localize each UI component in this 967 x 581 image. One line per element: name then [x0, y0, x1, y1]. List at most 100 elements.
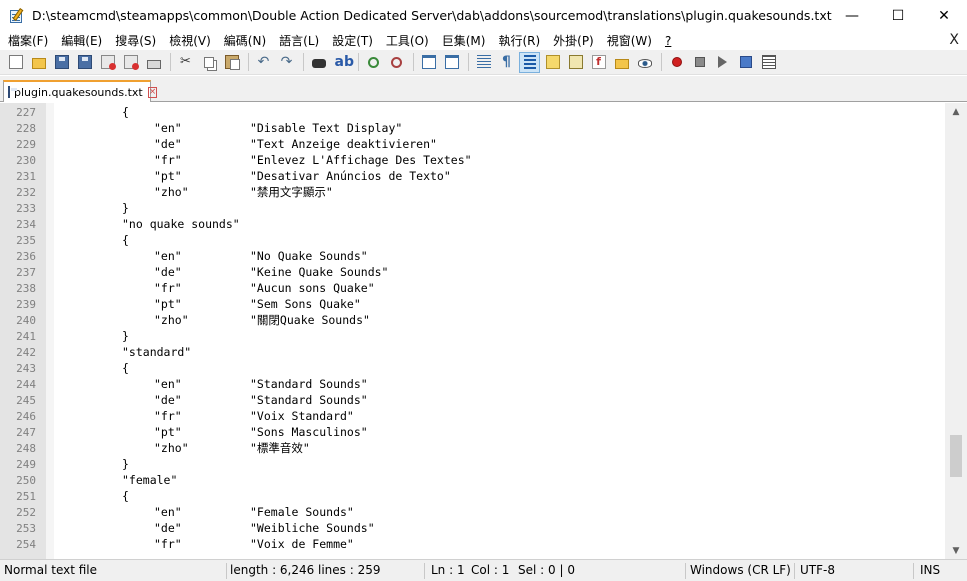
sync-vertical-icon[interactable]	[418, 52, 439, 73]
code-line[interactable]: 233}	[0, 200, 945, 216]
code-line[interactable]: 254 "fr" "Voix de Femme"	[0, 536, 945, 552]
minimize-button[interactable]: —	[829, 0, 875, 31]
close-all-icon[interactable]	[120, 52, 141, 73]
replace-icon[interactable]: ab	[331, 52, 354, 73]
translation-value: "Enlevez L'Affichage Des Textes"	[250, 153, 472, 167]
record-macro-icon[interactable]	[666, 52, 687, 73]
line-number: 252	[16, 505, 36, 519]
code-line[interactable]: 237 "de" "Keine Quake Sounds"	[0, 264, 945, 280]
sync-horizontal-icon[interactable]	[441, 52, 462, 73]
run-macro-multiple-icon[interactable]	[735, 52, 756, 73]
paste-icon[interactable]	[221, 52, 242, 73]
menu-search[interactable]: 搜尋(S)	[107, 32, 161, 49]
code-line[interactable]: 245 "de" "Standard Sounds"	[0, 392, 945, 408]
function-list-icon[interactable]: f	[588, 52, 609, 73]
translation-language-key: "zho"	[154, 313, 189, 327]
folder-workspace-icon[interactable]	[611, 52, 632, 73]
menu-language[interactable]: 語言(L)	[271, 32, 324, 49]
code-line[interactable]: 232 "zho" "禁用文字顯示"	[0, 184, 945, 200]
close-tab-icon[interactable]: ×	[147, 86, 158, 98]
close-icon[interactable]	[97, 52, 118, 73]
word-wrap-icon[interactable]	[473, 52, 494, 73]
open-file-icon[interactable]	[28, 52, 49, 73]
menu-tools[interactable]: 工具(O)	[378, 32, 434, 49]
code-line[interactable]: 251 {	[0, 488, 945, 504]
undo-icon[interactable]: ↶	[253, 52, 274, 73]
translation-language-key: "pt"	[154, 297, 182, 311]
code-line[interactable]: 231 "pt" "Desativar Anúncios de Texto"	[0, 168, 945, 184]
code-line[interactable]: 247 "pt" "Sons Masculinos"	[0, 424, 945, 440]
menu-view[interactable]: 檢視(V)	[161, 32, 216, 49]
editor[interactable]: 227 {228 "en" "Disable Text Display" 229 "de"…	[0, 103, 967, 559]
code-line[interactable]: 241}	[0, 328, 945, 344]
scrollbar-thumb[interactable]	[950, 435, 962, 477]
show-all-chars-icon[interactable]: ¶	[496, 52, 517, 73]
code-text: {	[122, 361, 129, 375]
doc-map-icon[interactable]	[565, 52, 586, 73]
code-line[interactable]: 246 "fr" "Voix Standard"	[0, 408, 945, 424]
zoom-out-icon[interactable]	[386, 52, 407, 73]
code-line[interactable]: 252 "en" "Female Sounds"	[0, 504, 945, 520]
menu-encoding[interactable]: 編碼(N)	[216, 32, 271, 49]
line-number: 230	[16, 153, 36, 167]
menu-settings[interactable]: 設定(T)	[324, 32, 378, 49]
code-line[interactable]: 229 "de" "Text Anzeige deaktivieren"	[0, 136, 945, 152]
copy-icon[interactable]	[198, 52, 219, 73]
scroll-up-arrow[interactable]: ▲	[945, 103, 967, 120]
code-line[interactable]: 239 "pt" "Sem Sons Quake"	[0, 296, 945, 312]
menu-run[interactable]: 執行(R)	[490, 32, 545, 49]
code-line[interactable]: 250 "female"	[0, 472, 945, 488]
play-macro-icon[interactable]	[712, 52, 733, 73]
scroll-down-arrow[interactable]: ▼	[945, 542, 967, 559]
menu-help[interactable]: ?	[657, 34, 676, 48]
close-window-button[interactable]: ✕	[921, 0, 967, 31]
vertical-scrollbar[interactable]: ▲ ▼	[945, 103, 967, 559]
user-language-icon[interactable]	[542, 52, 563, 73]
menu-plugins[interactable]: 外掛(P)	[545, 32, 599, 49]
translation-value: "Voix de Femme"	[250, 537, 354, 551]
code-text: }	[122, 329, 129, 343]
toolbar: ✂ ↶ ↷ ab ¶ f	[0, 50, 967, 75]
code-line[interactable]: 228 "en" "Disable Text Display"	[0, 120, 945, 136]
monitoring-icon[interactable]	[634, 52, 655, 73]
code-line[interactable]: 240 "zho" "關閉Quake Sounds"	[0, 312, 945, 328]
menu-macro[interactable]: 巨集(M)	[434, 32, 491, 49]
code-line[interactable]: 249}	[0, 456, 945, 472]
menu-edit[interactable]: 編輯(E)	[53, 32, 107, 49]
cut-icon[interactable]: ✂	[175, 52, 196, 73]
close-document-button[interactable]: X	[949, 31, 959, 50]
code-line[interactable]: 238 "fr" "Aucun sons Quake"	[0, 280, 945, 296]
translation-language-key: "zho"	[154, 185, 189, 199]
menu-window[interactable]: 視窗(W)	[599, 32, 657, 49]
new-file-icon[interactable]	[5, 52, 26, 73]
code-line[interactable]: 248 "zho" "標準音效"	[0, 440, 945, 456]
indent-guide-icon[interactable]	[519, 51, 540, 73]
code-line[interactable]: 234 "no quake sounds"	[0, 216, 945, 232]
save-all-icon[interactable]	[74, 52, 95, 73]
zoom-in-icon[interactable]	[363, 52, 384, 73]
code-line[interactable]: 236 "en" "No Quake Sounds"	[0, 248, 945, 264]
code-line[interactable]: 227 {	[0, 104, 945, 120]
code-line[interactable]: 242 "standard"	[0, 344, 945, 360]
status-eol[interactable]: Windows (CR LF)	[690, 560, 791, 581]
save-macro-icon[interactable]	[758, 52, 779, 73]
status-insert-mode[interactable]: INS	[920, 560, 940, 581]
menu-file[interactable]: 檔案(F)	[0, 32, 53, 49]
code-line[interactable]: 230 "fr" "Enlevez L'Affichage Des Textes"	[0, 152, 945, 168]
line-number: 233	[16, 201, 36, 215]
maximize-button[interactable]: ☐	[875, 0, 921, 31]
status-encoding[interactable]: UTF-8	[800, 560, 835, 581]
translation-value: "Disable Text Display"	[250, 121, 403, 135]
find-icon[interactable]	[308, 52, 329, 73]
print-icon[interactable]	[143, 52, 164, 73]
code-line[interactable]: 244 "en" "Standard Sounds"	[0, 376, 945, 392]
save-icon[interactable]	[51, 52, 72, 73]
code-line[interactable]: 235 {	[0, 232, 945, 248]
code-line[interactable]: 243 {	[0, 360, 945, 376]
menu-bar: 檔案(F) 編輯(E) 搜尋(S) 檢視(V) 編碼(N) 語言(L) 設定(T…	[0, 31, 967, 50]
tab-plugin-quakesounds[interactable]: plugin.quakesounds.txt ×	[3, 80, 158, 102]
translation-language-key: "en"	[154, 121, 182, 135]
stop-macro-icon[interactable]	[689, 52, 710, 73]
redo-icon[interactable]: ↷	[276, 52, 297, 73]
code-line[interactable]: 253 "de" "Weibliche Sounds"	[0, 520, 945, 536]
